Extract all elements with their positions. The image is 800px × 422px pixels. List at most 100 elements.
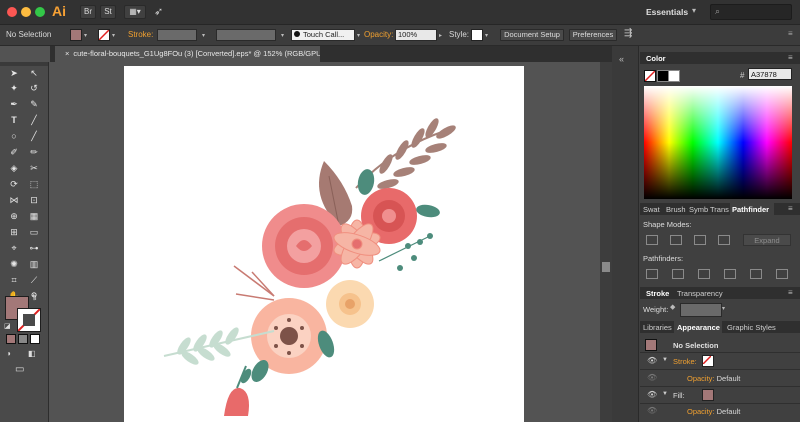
curvature-tool-icon[interactable]: ✎ bbox=[27, 97, 41, 111]
zoom-dot-icon[interactable] bbox=[35, 7, 45, 17]
width-tool-icon[interactable]: ⋈ bbox=[7, 193, 21, 207]
stroke-opacity-label[interactable]: Opacity: bbox=[687, 374, 715, 383]
screen-mode-icon[interactable]: ▭ bbox=[15, 364, 24, 375]
tab-symbols[interactable]: Symb bbox=[689, 205, 708, 214]
document-tab[interactable]: × cute-floral-bouquets_G1Ug8FOu (3) [Conv… bbox=[55, 46, 320, 62]
merge-icon[interactable] bbox=[698, 269, 710, 279]
fill-dropdown-icon[interactable]: ▾ bbox=[84, 32, 87, 39]
scale-tool-icon[interactable]: ⬚ bbox=[27, 177, 41, 191]
pen-tool-icon[interactable]: ✒ bbox=[7, 97, 21, 111]
color-panel-tab[interactable]: Color bbox=[646, 54, 666, 63]
fill-expand-icon[interactable]: ▼ bbox=[662, 391, 668, 397]
align-options-icon[interactable]: ⇶ bbox=[624, 28, 632, 39]
tab-graphic-styles[interactable]: Graphic Styles bbox=[727, 323, 776, 332]
divide-icon[interactable] bbox=[646, 269, 658, 279]
stroke-opacity-row[interactable]: Opacity: Default bbox=[687, 374, 740, 383]
close-document-icon[interactable]: × bbox=[65, 49, 69, 58]
appearance-fill-label[interactable]: Fill: bbox=[673, 391, 685, 400]
appearance-stroke-label[interactable]: Stroke: bbox=[673, 357, 697, 366]
variable-width-profile[interactable] bbox=[216, 29, 276, 41]
document-setup-button[interactable]: Document Setup bbox=[500, 29, 564, 41]
appearance-fill-swatch[interactable] bbox=[702, 389, 714, 401]
minus-front-icon[interactable] bbox=[670, 235, 682, 245]
column-graph-tool-icon[interactable]: ▥ bbox=[27, 257, 41, 271]
workspace-switcher[interactable]: Essentials bbox=[646, 7, 688, 17]
control-bar-menu-icon[interactable]: ≡ bbox=[788, 29, 793, 38]
eye-icon[interactable]: 👁 bbox=[647, 390, 657, 399]
minimize-dot-icon[interactable] bbox=[21, 7, 31, 17]
intersect-icon[interactable] bbox=[694, 235, 706, 245]
tab-appearance[interactable]: Appearance bbox=[677, 323, 720, 332]
draw-inside-icon[interactable]: ◧ bbox=[28, 349, 36, 358]
stroke-expand-icon[interactable]: ▼ bbox=[662, 357, 668, 363]
hex-input[interactable]: A37878 bbox=[748, 68, 792, 80]
graphic-style-swatch[interactable] bbox=[471, 29, 483, 41]
artboard[interactable] bbox=[124, 66, 524, 422]
tab-transform[interactable]: Trans bbox=[710, 205, 729, 214]
color-spectrum[interactable] bbox=[644, 86, 792, 199]
rotate-tool-icon[interactable]: ⟳ bbox=[7, 177, 21, 191]
workspace-chevron-icon[interactable]: ▾ bbox=[692, 6, 696, 15]
collapse-panel-icon[interactable]: « bbox=[619, 54, 624, 64]
eraser-tool-icon[interactable]: ◈ bbox=[7, 161, 21, 175]
color-panel-header[interactable]: Color ≡ bbox=[640, 52, 800, 64]
eye-icon[interactable]: 👁 bbox=[647, 356, 657, 365]
lasso-tool-icon[interactable]: ↺ bbox=[27, 81, 41, 95]
exclude-icon[interactable] bbox=[718, 235, 730, 245]
stroke-panel-menu-icon[interactable]: ≡ bbox=[788, 288, 793, 297]
none-mode-icon[interactable] bbox=[30, 334, 40, 344]
rectangle-tool-icon[interactable]: ○ bbox=[7, 129, 21, 143]
style-dropdown-icon[interactable]: ▾ bbox=[485, 32, 488, 39]
slice-tool-icon[interactable]: ⟋ bbox=[27, 273, 41, 287]
perspective-grid-tool-icon[interactable]: ▦ bbox=[27, 209, 41, 223]
stroke-weight-field[interactable] bbox=[157, 29, 197, 41]
none-swatch-icon[interactable] bbox=[644, 70, 656, 82]
minus-back-icon[interactable] bbox=[776, 269, 788, 279]
outline-icon[interactable] bbox=[750, 269, 762, 279]
pencil-tool-icon[interactable]: ╱ bbox=[27, 129, 41, 143]
weight-field[interactable] bbox=[680, 303, 722, 317]
shape-builder-tool-icon[interactable]: ⊕ bbox=[7, 209, 21, 223]
blend-tool-icon[interactable]: ⊶ bbox=[27, 241, 41, 255]
draw-mode-icon[interactable]: ◑ bbox=[6, 349, 11, 358]
eye-icon[interactable]: 👁 bbox=[647, 406, 657, 415]
tab-swatches[interactable]: Swat bbox=[643, 205, 660, 214]
opacity-arrow-icon[interactable]: ▸ bbox=[439, 32, 442, 39]
tab-brushes[interactable]: Brush bbox=[666, 205, 686, 214]
symbol-sprayer-tool-icon[interactable]: ✺ bbox=[7, 257, 21, 271]
fill-opacity-row[interactable]: Opacity: Default bbox=[687, 407, 740, 416]
profile-dropdown-icon[interactable]: ▾ bbox=[281, 32, 284, 39]
expand-button[interactable]: Expand bbox=[743, 234, 791, 246]
tab-pathfinder[interactable]: Pathfinder bbox=[732, 205, 769, 214]
default-colors-icon[interactable]: ◪ bbox=[4, 322, 11, 330]
pathfinder-menu-icon[interactable]: ≡ bbox=[788, 204, 793, 213]
vertical-scrollbar[interactable] bbox=[600, 62, 612, 422]
weight-dropdown-icon[interactable]: ▾ bbox=[722, 305, 725, 312]
close-dot-icon[interactable] bbox=[7, 7, 17, 17]
search-input[interactable]: ⌕ bbox=[710, 4, 792, 20]
scrollbar-thumb[interactable] bbox=[602, 262, 610, 272]
preferences-button[interactable]: Preferences bbox=[569, 29, 617, 41]
tab-stroke[interactable]: Stroke bbox=[646, 289, 669, 298]
scissors-tool-icon[interactable]: ✂ bbox=[27, 161, 41, 175]
artboard-tool-icon[interactable]: ⌗ bbox=[7, 273, 21, 287]
magic-wand-tool-icon[interactable]: ✦ bbox=[7, 81, 21, 95]
trim-icon[interactable] bbox=[672, 269, 684, 279]
line-tool-icon[interactable]: ╱ bbox=[27, 113, 41, 127]
color-mode-icon[interactable] bbox=[6, 334, 16, 344]
stroke-dropdown-icon[interactable]: ▾ bbox=[112, 32, 115, 39]
paintbrush-tool-icon[interactable]: ✐ bbox=[7, 145, 21, 159]
stroke-label[interactable]: Stroke: bbox=[128, 30, 153, 39]
unite-icon[interactable] bbox=[646, 235, 658, 245]
weight-stepper-icon[interactable]: ◆ bbox=[670, 303, 675, 311]
arrange-documents-icon[interactable]: ▦▾ bbox=[124, 5, 146, 19]
stroke-weight-dropdown-icon[interactable]: ▾ bbox=[202, 32, 205, 39]
color-panel-menu-icon[interactable]: ≡ bbox=[788, 53, 793, 62]
eyedropper-tool-icon[interactable]: ⌖ bbox=[7, 241, 21, 255]
type-tool-icon[interactable]: T bbox=[7, 113, 21, 127]
floral-bouquet-illustration[interactable] bbox=[124, 66, 524, 422]
brush-dropdown-icon[interactable]: ▾ bbox=[357, 32, 360, 39]
free-transform-tool-icon[interactable]: ⊡ bbox=[27, 193, 41, 207]
direct-selection-tool-icon[interactable]: ↖ bbox=[27, 66, 41, 80]
fill-swatch[interactable] bbox=[70, 29, 82, 41]
